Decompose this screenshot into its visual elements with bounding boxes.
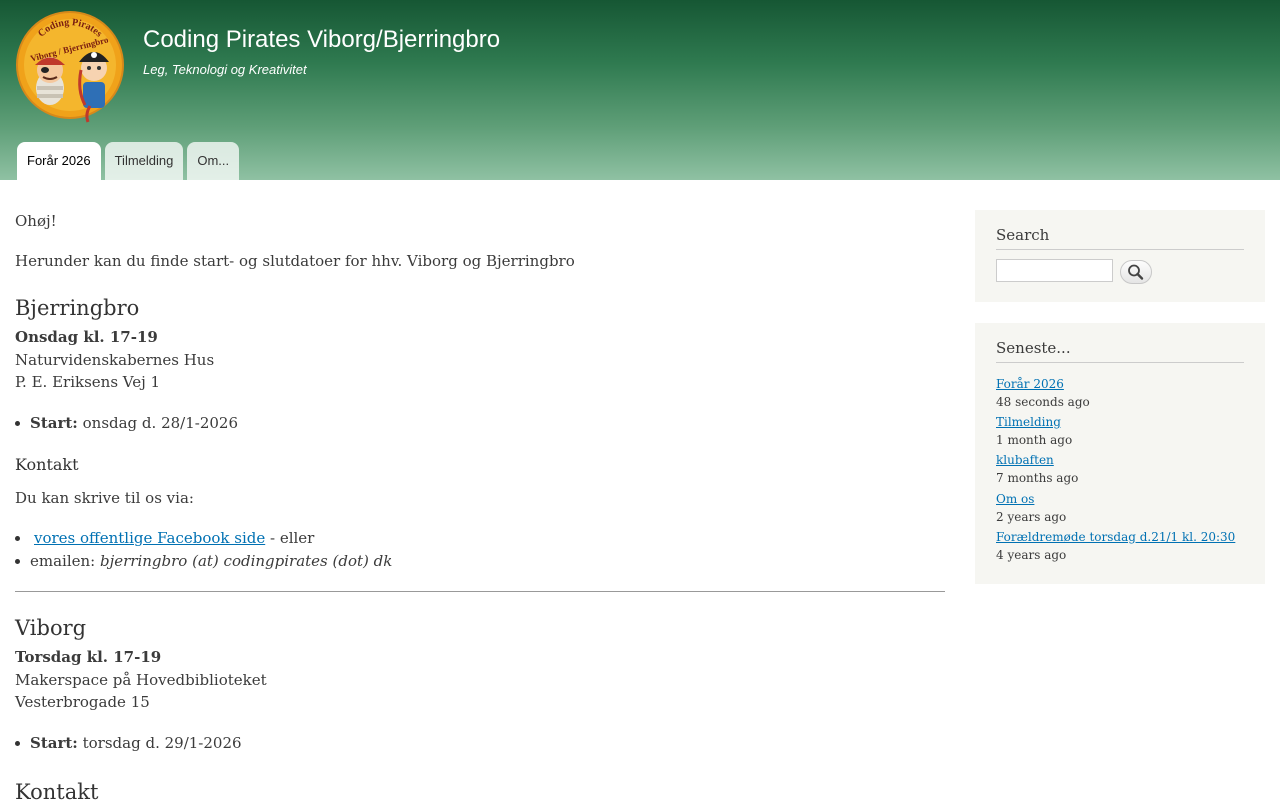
site-header: Coding Pirates Viborg / Bjerringbro Codi… [0, 0, 1280, 180]
bjerringbro-contact-heading: Kontakt [15, 455, 79, 474]
search-input[interactable] [996, 259, 1113, 282]
start-value: onsdag d. 28/1-2026 [77, 414, 238, 432]
recent-item: Om os 2 years ago [996, 490, 1066, 526]
recent-item-ago: 4 years ago [996, 548, 1067, 562]
site-slogan: Leg, Teknologi og Kreativitet [143, 62, 307, 77]
recent-item-link[interactable]: klubaften [996, 453, 1054, 467]
email-value: bjerringbro (at) codingpirates (dot) dk [100, 552, 393, 570]
viborg-time: Torsdag kl. 17-19 [15, 648, 162, 666]
site-logo[interactable]: Coding Pirates Viborg / Bjerringbro [15, 10, 125, 128]
bjerringbro-address: P. E. Eriksens Vej 1 [15, 373, 161, 391]
search-block: Search [975, 210, 1265, 302]
facebook-link[interactable]: vores offentlige Facebook side [34, 529, 265, 547]
recent-item: Forældremøde torsdag d.21/1 kl. 20:30 4 … [996, 528, 1235, 564]
greeting: Ohøj! [15, 212, 57, 230]
bullet-icon [15, 421, 20, 426]
recent-item-ago: 1 month ago [996, 433, 1073, 447]
intro-text: Herunder kan du finde start- og slutdato… [15, 252, 575, 270]
recent-item-ago: 2 years ago [996, 510, 1067, 524]
bjerringbro-place: Naturvidenskabernes Hus [15, 351, 215, 369]
viborg-place: Makerspace på Hovedbiblioteket [15, 671, 267, 689]
start-value: torsdag d. 29/1-2026 [77, 734, 242, 752]
section-divider [15, 591, 945, 592]
menu-tab-om[interactable]: Om... [187, 142, 240, 180]
facebook-list-item: vores offentlige Facebook side - eller [15, 527, 315, 549]
main-menu: Forår 2026 Tilmelding Om... [17, 142, 240, 180]
search-block-title: Search [996, 225, 1244, 250]
viborg-address: Vesterbrogade 15 [15, 693, 150, 711]
viborg-start: Start: torsdag d. 29/1-2026 [15, 732, 242, 754]
bullet-icon [15, 536, 20, 541]
email-list-item: emailen: bjerringbro (at) codingpirates … [15, 550, 393, 572]
recent-block-title: Seneste... [996, 338, 1244, 363]
site-name[interactable]: Coding Pirates Viborg/Bjerringbro [143, 24, 500, 56]
viborg-contact-heading: Kontakt [15, 780, 99, 804]
recent-item-link[interactable]: Forår 2026 [996, 377, 1064, 391]
recent-item-ago: 7 months ago [996, 471, 1079, 485]
recent-item: klubaften 7 months ago [996, 451, 1078, 487]
facebook-suffix: - eller [265, 529, 315, 547]
email-label: emailen: [30, 552, 100, 570]
viborg-heading: Viborg [15, 616, 87, 640]
menu-tab-forar-2026[interactable]: Forår 2026 [17, 142, 101, 180]
recent-item-link[interactable]: Forældremøde torsdag d.21/1 kl. 20:30 [996, 530, 1235, 544]
recent-item: Forår 2026 48 seconds ago [996, 375, 1090, 411]
search-icon [1128, 264, 1144, 280]
start-label: Start: [30, 734, 78, 752]
recent-item: Tilmelding 1 month ago [996, 413, 1072, 449]
bjerringbro-time: Onsdag kl. 17-19 [15, 328, 158, 346]
menu-tab-tilmelding[interactable]: Tilmelding [104, 142, 184, 180]
recent-item-ago: 48 seconds ago [996, 395, 1090, 409]
recent-block: Seneste... Forår 2026 48 seconds ago Til… [975, 323, 1265, 584]
search-button[interactable] [1120, 260, 1152, 284]
recent-item-link[interactable]: Om os [996, 492, 1034, 506]
recent-item-link[interactable]: Tilmelding [996, 415, 1061, 429]
bullet-icon [15, 559, 20, 564]
bjerringbro-heading: Bjerringbro [15, 296, 140, 320]
bullet-icon [15, 741, 20, 746]
bjerringbro-contact-intro: Du kan skrive til os via: [15, 489, 194, 507]
bjerringbro-start: Start: onsdag d. 28/1-2026 [15, 412, 238, 434]
start-label: Start: [30, 414, 78, 432]
